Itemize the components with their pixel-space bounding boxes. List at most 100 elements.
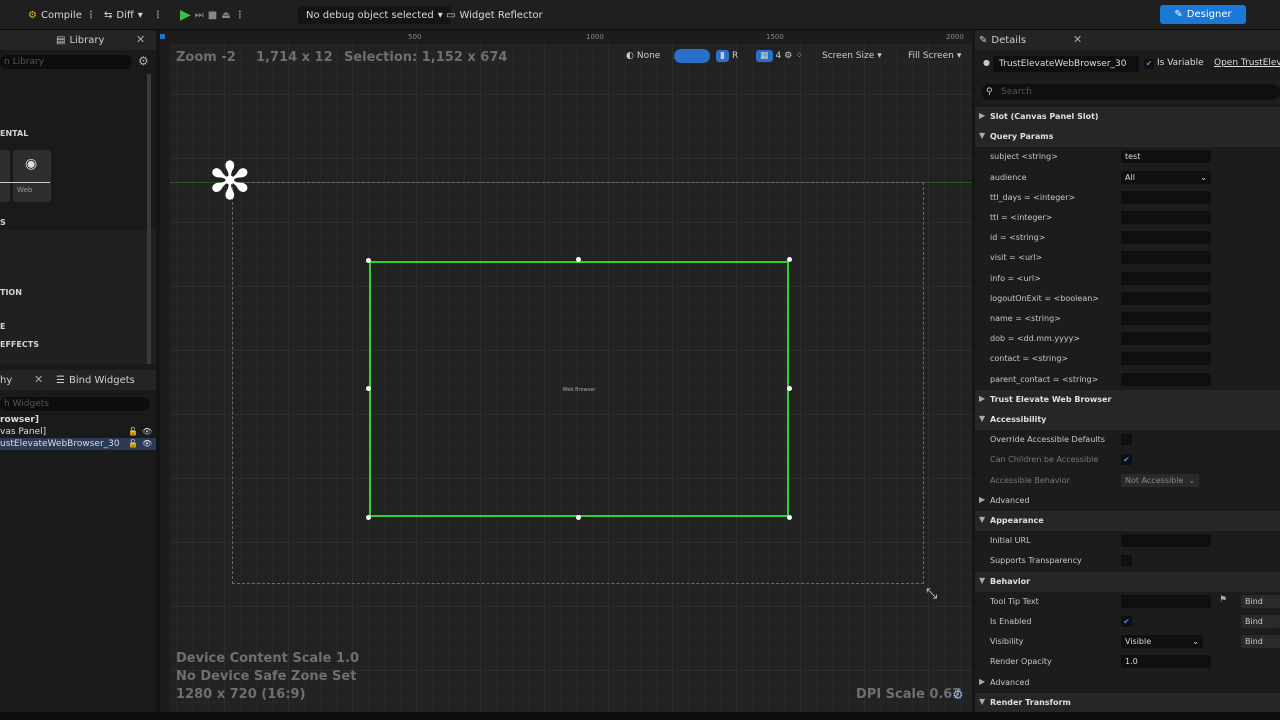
gear-icon[interactable]: ⚙ (952, 688, 964, 703)
stop-icon[interactable]: ■ (208, 10, 217, 21)
chevron-right-icon[interactable]: ▶ (979, 677, 985, 686)
details-category[interactable]: ▶ Slot (Canvas Panel Slot) (975, 107, 1280, 127)
details-property-row: audience All ⌄ (975, 168, 1280, 188)
property-dropdown[interactable]: All ⌄ (1121, 170, 1211, 184)
property-input[interactable] (1121, 211, 1211, 224)
property-input[interactable] (1121, 251, 1211, 265)
resize-handle[interactable] (366, 258, 371, 263)
widget-reflector-button[interactable]: ▭ Widget Reflector (446, 6, 543, 24)
resize-handle[interactable] (366, 515, 371, 520)
resize-handle[interactable] (576, 257, 581, 262)
bind-dropdown[interactable]: Bind (1241, 635, 1280, 649)
flag-icon[interactable]: ⚑ (1219, 595, 1227, 605)
property-checkbox[interactable]: ✔ (1121, 616, 1132, 627)
grid-snap-toggle[interactable]: ▦ 4 ⚙ ⁘ (756, 48, 803, 64)
property-dropdown[interactable]: Visible ⌄ (1121, 635, 1203, 649)
widget-name-field[interactable]: TrustElevateWebBrowser_30 (993, 56, 1139, 72)
web-browser-widget[interactable]: Web Browser (369, 261, 789, 517)
bind-dropdown[interactable]: Bind (1241, 615, 1280, 628)
resize-handle[interactable] (787, 386, 792, 391)
compile-options-icon[interactable]: ⋮ (86, 10, 96, 21)
property-input[interactable]: 1.0 (1121, 655, 1211, 669)
details-category[interactable]: ▼ Appearance (975, 511, 1280, 531)
chevron-down-icon[interactable]: ▼ (979, 131, 985, 140)
chevron-down-icon[interactable]: ▼ (979, 515, 985, 524)
property-checkbox[interactable]: ✔ (1121, 454, 1132, 466)
chevron-right-icon[interactable]: ▶ (979, 394, 985, 403)
screen-size-dropdown[interactable]: Screen Size ▾ (822, 48, 882, 64)
property-input[interactable] (1121, 372, 1211, 386)
chevron-right-icon[interactable]: ▶ (979, 111, 985, 120)
palette-scrollbar[interactable] (147, 74, 151, 364)
hierarchy-search-input[interactable]: h Widgets (0, 397, 150, 411)
is-variable-checkbox[interactable]: ✔ (1144, 59, 1154, 69)
tree-item-web-browser[interactable]: ustElevateWebBrowser_30 🔓 👁 (0, 438, 156, 450)
play-icon[interactable]: ▶ (180, 7, 191, 23)
details-property-row[interactable]: ▶ Advanced (975, 491, 1280, 511)
property-input[interactable] (1121, 312, 1211, 325)
designer-mode-button[interactable]: ✎ Designer (1160, 5, 1246, 24)
eye-icon[interactable]: 👁 (142, 438, 152, 450)
lock-toggle[interactable] (674, 48, 710, 64)
close-icon[interactable]: ✕ (34, 373, 43, 386)
property-input[interactable]: test (1121, 150, 1211, 164)
flow-icon: ▮ (716, 50, 729, 62)
chevron-down-icon[interactable]: ▼ (979, 576, 985, 585)
palette-item[interactable] (0, 150, 10, 202)
resize-handle[interactable] (576, 515, 581, 520)
tab-bind-widgets[interactable]: ☰ Bind Widgets (56, 370, 135, 390)
lock-icon[interactable]: 🔓 (128, 427, 138, 436)
step-icon[interactable]: ⏭ (195, 10, 204, 21)
gear-icon[interactable]: ⚙ (138, 54, 149, 68)
open-class-link[interactable]: Open TrustEleva (1214, 58, 1280, 68)
property-checkbox[interactable] (1121, 555, 1132, 567)
respect-locks-toggle[interactable]: ▮ R (716, 48, 738, 64)
property-input[interactable] (1121, 231, 1211, 245)
property-dropdown[interactable]: Not Accessible ⌄ (1121, 473, 1199, 487)
details-category[interactable]: ▼ Render Transform (975, 692, 1280, 713)
play-options-icon[interactable]: ⋮ (235, 10, 245, 21)
debug-object-dropdown[interactable]: No debug object selected ▾ (298, 6, 451, 24)
eye-icon[interactable]: 👁 (142, 427, 152, 436)
resize-handle[interactable] (787, 257, 792, 262)
diff-button[interactable]: ⇆ Diff ▾ ⋮ (104, 6, 163, 24)
chevron-down-icon[interactable]: ▼ (979, 697, 985, 706)
palette-item-web-browser[interactable]: ◉ Web (13, 150, 51, 202)
chevron-down-icon[interactable]: ▼ (979, 414, 985, 423)
details-search-input[interactable]: ⚲ Search (981, 84, 1280, 100)
details-category[interactable]: ▼ Query Params (975, 127, 1280, 148)
resize-handle[interactable] (787, 515, 792, 520)
library-search-input[interactable]: n Library (0, 55, 132, 69)
tree-item-root[interactable]: rowser] (0, 414, 156, 426)
close-icon[interactable]: ✕ (1073, 33, 1082, 46)
tab-library[interactable]: ▤ Library (56, 30, 104, 50)
property-input[interactable] (1121, 352, 1211, 366)
bind-dropdown[interactable]: Bind (1241, 594, 1280, 608)
fill-screen-dropdown[interactable]: Fill Screen ▾ (908, 48, 961, 64)
lock-icon[interactable]: 🔓 (128, 438, 138, 450)
brush-icon: ✎ (1174, 9, 1183, 20)
details-property-row[interactable]: ▶ Advanced (975, 673, 1280, 693)
details-category[interactable]: ▼ Accessibility (975, 410, 1280, 430)
compile-button[interactable]: ⚙ Compile ⋮ (28, 6, 96, 24)
eject-icon[interactable]: ⏏ (221, 10, 230, 21)
details-category[interactable]: ▼ Behavior (975, 571, 1280, 592)
details-category[interactable]: ▶ Trust Elevate Web Browser (975, 389, 1280, 410)
tab-details[interactable]: ✎ Details (979, 30, 1026, 50)
resize-screen-icon[interactable]: ⤡ (926, 586, 937, 602)
property-input[interactable] (1121, 271, 1211, 285)
resize-handle[interactable] (366, 386, 371, 391)
localization-preview-button[interactable]: ◐ None (626, 48, 660, 64)
property-input[interactable] (1121, 534, 1211, 548)
property-input[interactable] (1121, 332, 1211, 346)
anchor-icon[interactable]: ✻ (208, 156, 252, 208)
property-input[interactable] (1121, 190, 1211, 204)
designer-canvas[interactable]: 500 1000 1500 2000 Zoom -2 1,714 x 12 Se… (160, 30, 972, 720)
diff-options-icon[interactable]: ⋮ (153, 10, 163, 21)
tab-hierarchy[interactable]: hy (0, 370, 12, 390)
property-input[interactable] (1121, 594, 1211, 608)
chevron-right-icon[interactable]: ▶ (979, 495, 985, 504)
property-checkbox[interactable] (1121, 434, 1132, 446)
close-icon[interactable]: ✕ (136, 33, 145, 46)
property-input[interactable] (1121, 291, 1211, 305)
